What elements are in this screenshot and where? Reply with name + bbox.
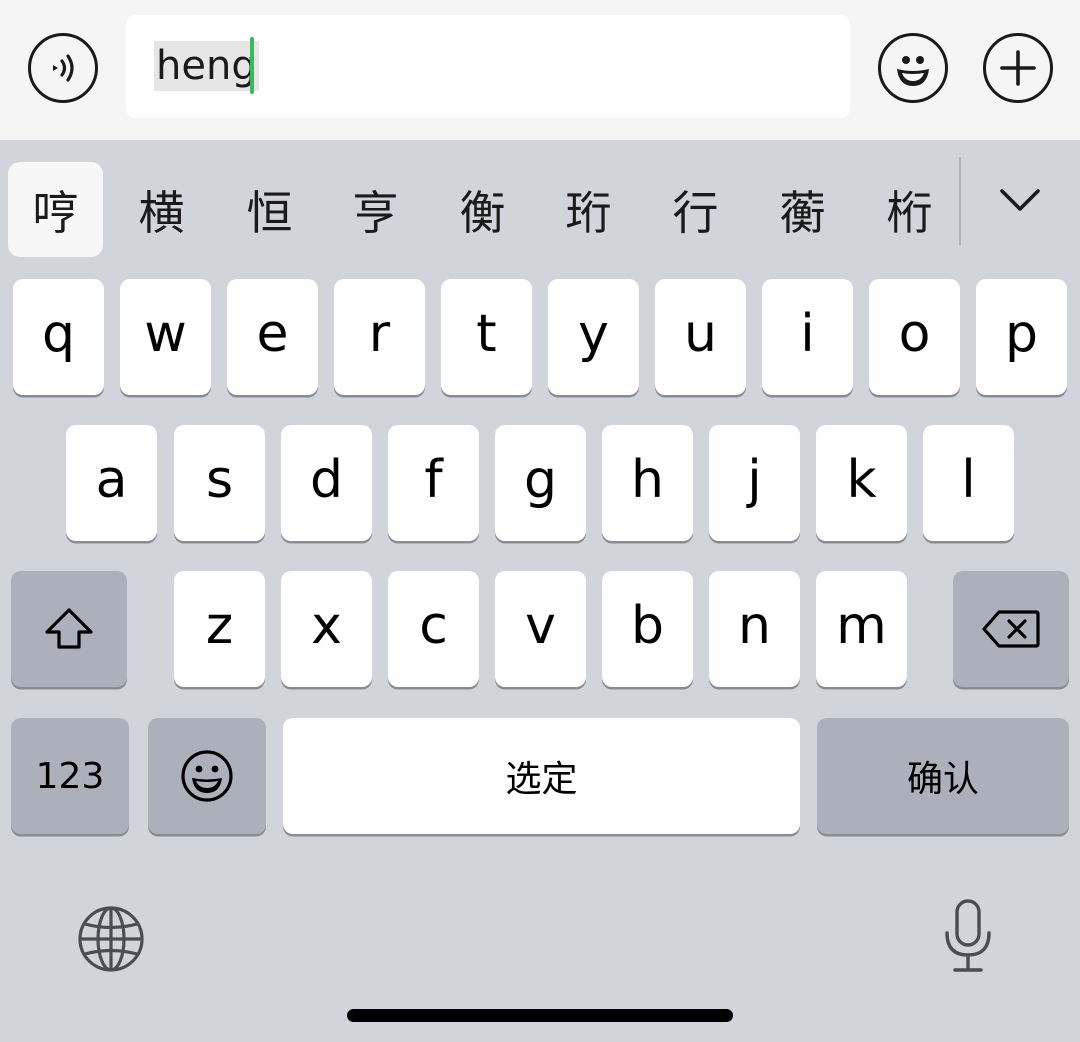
- microphone-icon: [945, 899, 991, 972]
- key-o[interactable]: o: [869, 279, 960, 395]
- key-r[interactable]: r: [334, 279, 425, 395]
- chevron-down-icon: [1000, 189, 1040, 211]
- composing-text: heng: [154, 41, 259, 91]
- home-indicator: [347, 1009, 733, 1022]
- key-g[interactable]: g: [495, 425, 586, 541]
- key-a[interactable]: a: [66, 425, 157, 541]
- key-b[interactable]: b: [602, 571, 693, 687]
- plus-icon: [1000, 50, 1036, 86]
- key-h[interactable]: h: [602, 425, 693, 541]
- message-input[interactable]: heng: [126, 15, 850, 118]
- key-x[interactable]: x: [281, 571, 372, 687]
- emoji-key[interactable]: [148, 718, 266, 834]
- candidate-item[interactable]: 恒: [222, 162, 317, 257]
- key-j[interactable]: j: [709, 425, 800, 541]
- key-q[interactable]: q: [13, 279, 104, 395]
- globe-icon: [78, 906, 144, 972]
- shift-icon: [45, 608, 93, 649]
- key-w[interactable]: w: [120, 279, 211, 395]
- key-u[interactable]: u: [655, 279, 746, 395]
- emoji-icon: [897, 56, 929, 86]
- candidate-item[interactable]: 衡: [435, 162, 530, 257]
- candidate-item[interactable]: 桁: [862, 162, 957, 257]
- delete-key[interactable]: [953, 571, 1069, 687]
- candidate-item[interactable]: 行: [648, 162, 743, 257]
- key-i[interactable]: i: [762, 279, 853, 395]
- key-t[interactable]: t: [441, 279, 532, 395]
- key-d[interactable]: d: [281, 425, 372, 541]
- space-key[interactable]: 选定: [283, 718, 800, 834]
- globe-button[interactable]: [74, 902, 148, 976]
- candidate-divider: [959, 157, 961, 245]
- return-key[interactable]: 确认: [817, 718, 1069, 834]
- key-c[interactable]: c: [388, 571, 479, 687]
- key-y[interactable]: y: [548, 279, 639, 395]
- key-l[interactable]: l: [923, 425, 1014, 541]
- key-p[interactable]: p: [976, 279, 1067, 395]
- expand-candidates-button[interactable]: [985, 170, 1055, 230]
- candidate-item[interactable]: 哼: [8, 162, 103, 257]
- voice-icon: [53, 54, 74, 82]
- key-s[interactable]: s: [174, 425, 265, 541]
- candidate-item[interactable]: 珩: [541, 162, 636, 257]
- backspace-icon: [982, 610, 1040, 648]
- candidate-item[interactable]: 亨: [328, 162, 423, 257]
- input-bar: heng: [0, 0, 1080, 140]
- text-caret: [250, 37, 254, 94]
- dictation-button[interactable]: [938, 896, 998, 976]
- key-v[interactable]: v: [495, 571, 586, 687]
- shift-key[interactable]: [11, 571, 127, 687]
- emoji-button[interactable]: [878, 33, 948, 103]
- key-m[interactable]: m: [816, 571, 907, 687]
- add-button[interactable]: [983, 33, 1053, 103]
- candidate-item[interactable]: 横: [114, 162, 209, 257]
- key-k[interactable]: k: [816, 425, 907, 541]
- key-z[interactable]: z: [174, 571, 265, 687]
- numbers-key[interactable]: 123: [11, 718, 129, 834]
- emoji-icon: [181, 750, 233, 802]
- key-e[interactable]: e: [227, 279, 318, 395]
- voice-input-button[interactable]: [28, 33, 98, 103]
- candidate-bar: 哼 横 恒 亨 衡 珩 行 蘅 桁: [0, 140, 1080, 262]
- key-n[interactable]: n: [709, 571, 800, 687]
- key-f[interactable]: f: [388, 425, 479, 541]
- candidate-item[interactable]: 蘅: [755, 162, 850, 257]
